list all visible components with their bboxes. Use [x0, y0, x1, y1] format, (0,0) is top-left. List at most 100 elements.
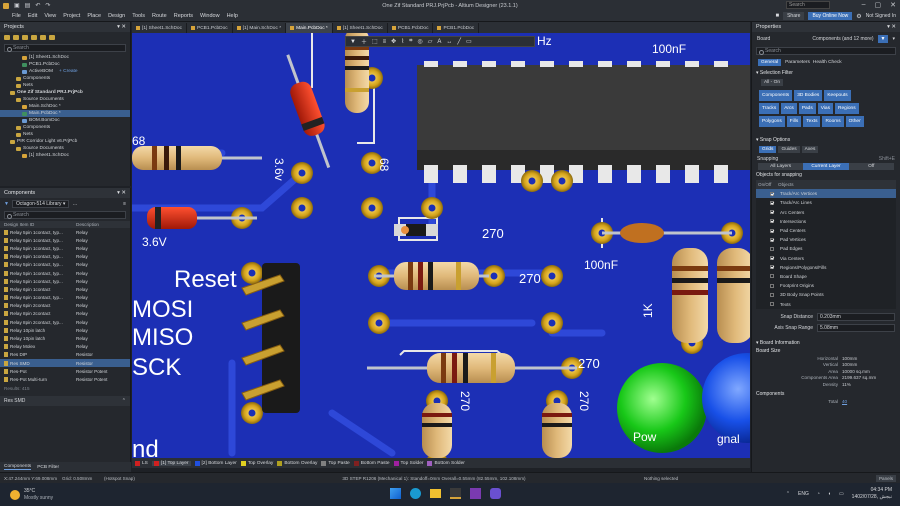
- collapse-icon[interactable]: ⌃: [122, 398, 126, 404]
- snapping-mode-toggle[interactable]: Current Layer: [803, 163, 849, 170]
- layer-tab[interactable]: [2] Bottom Layer: [194, 460, 237, 466]
- clock-date[interactable]: 1402/07/28, نبجش: [852, 494, 892, 501]
- volume-icon[interactable]: ◖: [828, 491, 831, 497]
- rect-icon[interactable]: ▭: [466, 38, 472, 45]
- chevron-down-icon[interactable]: ▾: [892, 36, 895, 42]
- filter-chip[interactable]: Regions: [835, 103, 859, 114]
- tree-item[interactable]: Components: [0, 75, 130, 82]
- tree-item[interactable]: Main.SchDoc *: [0, 103, 130, 110]
- layer-tab[interactable]: Bottom Solder: [427, 460, 465, 466]
- text-icon[interactable]: A: [437, 39, 441, 45]
- filter-chip[interactable]: Rooms: [822, 116, 844, 127]
- tree-item[interactable]: Nets: [0, 131, 130, 138]
- pcb-3d-canvas[interactable]: Reset MOSI MISO SCK nd 3.6v 3.6V 68 68 2…: [132, 33, 750, 458]
- snap-object-checkbox[interactable]: [770, 237, 774, 242]
- snap-object-row[interactable]: Texts: [756, 299, 896, 308]
- table-row[interactable]: Relay 5pin 1contact, typ... Relay: [0, 228, 130, 236]
- snap-object-checkbox[interactable]: [770, 274, 774, 279]
- menu-route[interactable]: Route: [152, 13, 167, 19]
- filter-chip[interactable]: 3D Bodies: [794, 90, 823, 101]
- snap-object-row[interactable]: Arc Centers: [756, 208, 896, 217]
- filter-chip[interactable]: Arcs: [781, 103, 797, 114]
- document-tab[interactable]: Main.PcbDoc *: [286, 23, 333, 33]
- snap-object-checkbox[interactable]: [770, 283, 774, 288]
- menu-window[interactable]: Window: [200, 13, 220, 19]
- wifi-icon[interactable]: ◔: [817, 491, 820, 497]
- menu-icon[interactable]: ≡: [123, 201, 126, 207]
- snap-object-row[interactable]: Pad Edges: [756, 244, 896, 253]
- snap-object-row[interactable]: Footprint Origins: [756, 281, 896, 290]
- snap-object-checkbox[interactable]: [770, 292, 774, 297]
- panel-menu-icon[interactable]: ▾ ✕: [117, 190, 126, 196]
- document-tab[interactable]: [1] Sheet1.SchDoc: [132, 23, 187, 33]
- folder-icon[interactable]: [4, 35, 10, 40]
- menu-project[interactable]: Project: [63, 13, 80, 19]
- filter-chip[interactable]: Other: [845, 116, 864, 127]
- tree-item[interactable]: Main.PcbDoc *: [0, 110, 130, 117]
- layer-tab[interactable]: Bottom Overlay: [277, 460, 317, 466]
- snap-object-checkbox[interactable]: [770, 210, 774, 215]
- snap-object-row[interactable]: Board Shape: [756, 272, 896, 281]
- filter-chip[interactable]: Pads: [798, 103, 816, 114]
- filter-chip[interactable]: Texts: [803, 116, 821, 127]
- snap-mode-toggle[interactable]: Grids: [759, 146, 777, 153]
- layer-tab[interactable]: Top Overlay: [240, 460, 273, 466]
- table-row[interactable]: Relay 5pin 1contact, typ... Relay: [0, 277, 130, 285]
- folder-icon[interactable]: [13, 35, 19, 40]
- filter-icon[interactable]: ▼: [4, 201, 9, 207]
- snap-object-checkbox[interactable]: [770, 191, 774, 196]
- via-icon[interactable]: ◎: [418, 38, 423, 45]
- user-account-button[interactable]: Not Signed In: [866, 13, 896, 19]
- snap-object-checkbox[interactable]: [770, 219, 774, 224]
- board-information-header[interactable]: ▾ Board Information: [752, 337, 900, 348]
- table-row[interactable]: Relay 8pin 2contact, typ... Relay: [0, 318, 130, 326]
- snap-object-checkbox[interactable]: [770, 265, 774, 270]
- snap-object-checkbox[interactable]: [770, 302, 774, 307]
- top-search-input[interactable]: Search: [786, 1, 830, 9]
- layer-tab[interactable]: Top Paste: [321, 460, 350, 466]
- tree-item[interactable]: Source Documents: [0, 96, 130, 103]
- snapping-mode-toggle[interactable]: All Layers: [758, 163, 804, 170]
- tree-item[interactable]: Components: [0, 124, 130, 131]
- close-button[interactable]: ✕: [890, 1, 896, 9]
- selection-filter-header[interactable]: ▾ Selection Filter: [752, 67, 900, 78]
- share-button[interactable]: Share: [783, 12, 805, 20]
- filter-chip[interactable]: Keepouts: [824, 90, 851, 101]
- settings-icon[interactable]: ⚙: [856, 13, 861, 20]
- table-row[interactable]: Res-Pot Multi-turn Resistor Potent: [0, 375, 130, 383]
- filter-chip[interactable]: Tracks: [759, 103, 780, 114]
- table-row[interactable]: Res SMD Resistor: [0, 359, 130, 368]
- notifications-icon[interactable]: ■: [775, 13, 779, 19]
- file-explorer-icon[interactable]: [430, 489, 441, 498]
- table-row[interactable]: Relay 6pin 1contact Relay: [0, 285, 130, 293]
- folder-icon[interactable]: [49, 35, 55, 40]
- select-icon[interactable]: ⬚: [372, 38, 378, 45]
- selected-component-bar[interactable]: Res SMD ⌃: [0, 395, 130, 406]
- create-link[interactable]: + Create: [59, 68, 78, 75]
- total-value[interactable]: 40: [842, 399, 892, 406]
- table-row[interactable]: Relay 6pin 2contact Relay: [0, 302, 130, 310]
- menu-view[interactable]: View: [44, 13, 56, 19]
- table-row[interactable]: Relay Molex Relay: [0, 343, 130, 351]
- snapping-mode-toggle[interactable]: Off: [848, 163, 894, 170]
- snap-object-checkbox[interactable]: [770, 200, 774, 205]
- tab-general[interactable]: General: [758, 59, 782, 66]
- interactive-route-icon[interactable]: ⌗: [409, 38, 412, 45]
- filter-button[interactable]: ▼: [877, 35, 889, 43]
- snap-object-row[interactable]: Pad Centers: [756, 226, 896, 235]
- clock-time[interactable]: 04:34 PM: [852, 487, 892, 494]
- tree-item[interactable]: ActiveBOM + Create: [0, 68, 130, 75]
- snap-object-row[interactable]: Intersections: [756, 217, 896, 226]
- folder-icon[interactable]: [22, 35, 28, 40]
- language-indicator[interactable]: ENG: [798, 491, 809, 497]
- tab-components[interactable]: Components: [4, 464, 32, 470]
- snap-object-checkbox[interactable]: [770, 246, 774, 251]
- properties-search-input[interactable]: Search: [756, 47, 896, 55]
- layer-tab[interactable]: Top Solder: [393, 460, 423, 466]
- tree-item[interactable]: PIR Corridor Light v6.PrjPcb: [0, 138, 130, 145]
- tree-item[interactable]: Source Documents: [0, 145, 130, 152]
- document-tab[interactable]: PCB1.PcbDoc: [388, 23, 434, 33]
- start-icon[interactable]: [390, 488, 401, 499]
- tree-item[interactable]: [1] Sheet1.SchDoc: [0, 54, 130, 61]
- tab-health-check[interactable]: Health Check: [813, 60, 842, 65]
